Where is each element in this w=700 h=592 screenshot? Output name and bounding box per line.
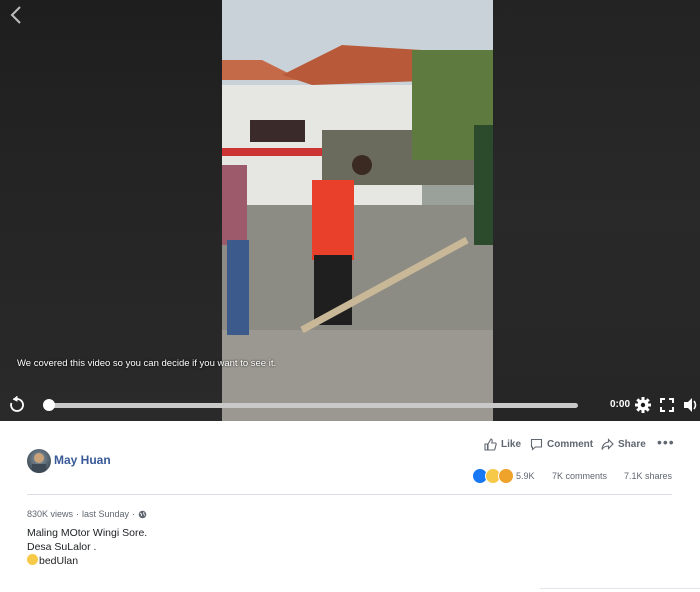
reaction-icons[interactable]: [472, 468, 514, 484]
caption-line-3-text: bedUlan: [39, 555, 79, 567]
share-arrow-icon: [601, 437, 614, 450]
progress-handle[interactable]: [43, 399, 55, 411]
post-info: May Huan Like Comment Share ••• 5.9K 7K …: [0, 421, 700, 592]
corner-divider: [540, 588, 700, 589]
cover-notice: We covered this video so you can decide …: [17, 358, 277, 369]
smile-emoji-icon: [27, 554, 38, 565]
meta-separator-2: ·: [132, 509, 136, 519]
share-label: Share: [618, 438, 646, 450]
share-button[interactable]: Share: [601, 436, 646, 452]
fullscreen-icon[interactable]: [658, 396, 676, 414]
like-label: Like: [501, 438, 522, 450]
more-dots-icon[interactable]: •••: [657, 434, 675, 450]
progress-track[interactable]: [46, 403, 578, 408]
globe-icon: [138, 510, 147, 518]
avatar[interactable]: [27, 449, 51, 473]
post-caption: Maling MOtor Wingi Sore. Desa SuLalor . …: [27, 526, 147, 568]
video-blur-right: [493, 0, 700, 421]
post-meta: 830K views · last Sunday ·: [27, 509, 147, 519]
comment-label: Comment: [547, 438, 594, 450]
volume-icon[interactable]: [682, 396, 700, 414]
video-controls: 0:00: [0, 390, 700, 421]
post-time[interactable]: last Sunday: [82, 509, 129, 519]
settings-gear-icon[interactable]: [634, 396, 652, 414]
author-name[interactable]: May Huan: [54, 453, 111, 467]
meta-separator: ·: [76, 509, 80, 519]
like-thumb-icon: [484, 437, 497, 451]
like-button[interactable]: Like: [484, 436, 521, 452]
replay-icon[interactable]: [8, 396, 26, 414]
back-arrow-icon[interactable]: [6, 4, 28, 26]
caption-line-1: Maling MOtor Wingi Sore.: [27, 527, 148, 539]
shares-count[interactable]: 7.1K shares: [624, 471, 672, 481]
video-player[interactable]: We covered this video so you can decide …: [0, 0, 700, 421]
view-count: 830K views: [27, 509, 74, 519]
haha-reaction-icon: [498, 468, 514, 484]
comments-count[interactable]: 7K comments: [552, 471, 607, 481]
caption-line-2: Desa SuLalor .: [27, 541, 97, 553]
reactions-count[interactable]: 5.9K: [516, 471, 535, 481]
caption-line-3: bedUlan: [27, 554, 147, 568]
time-display: 0:00: [610, 399, 631, 410]
comment-button[interactable]: Comment: [530, 436, 593, 452]
comment-bubble-icon: [530, 438, 543, 451]
divider: [27, 494, 672, 495]
